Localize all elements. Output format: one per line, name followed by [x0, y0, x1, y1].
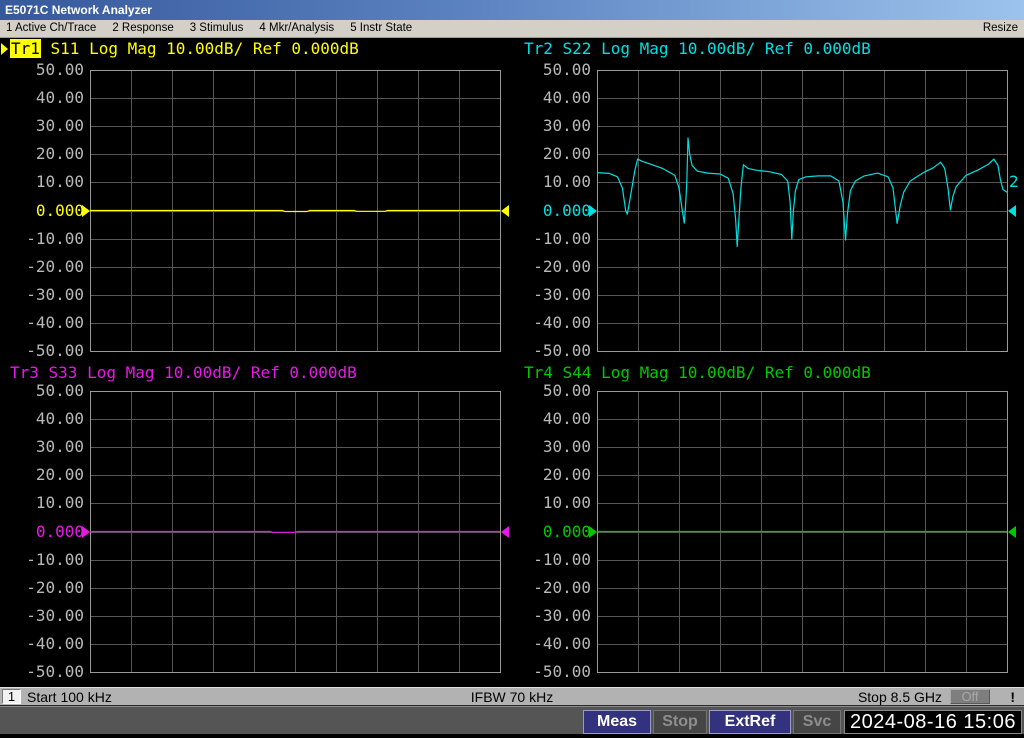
scale-tick: -10.00	[8, 551, 84, 569]
menu-item-response[interactable]: 2 Response	[104, 20, 181, 37]
scale-tick: 10.00	[515, 494, 591, 512]
graticule-tr2	[597, 70, 1008, 352]
scale-tick: 40.00	[515, 410, 591, 428]
scale-tick: -10.00	[515, 551, 591, 569]
title-bar: E5071C Network Analyzer	[0, 0, 1024, 20]
scale-tick: 10.00	[515, 173, 591, 191]
scale-tick: -50.00	[8, 663, 84, 681]
scale-tick: -20.00	[8, 579, 84, 597]
ref-level-marker-left-tr4	[589, 526, 597, 538]
trace-label-tr3: Tr3	[10, 363, 39, 382]
scale-tick: -20.00	[515, 258, 591, 276]
channel-status-bar: 1 Start 100 kHz IFBW 70 kHz Stop 8.5 GHz…	[0, 687, 1024, 706]
scale-tick: -30.00	[8, 607, 84, 625]
ref-level-marker-right-tr3	[501, 526, 509, 538]
trace-header-tr4[interactable]: Tr4 S44 Log Mag 10.00dB/ Ref 0.000dB	[524, 364, 871, 381]
scale-tick: -50.00	[515, 663, 591, 681]
analyzer-screen: Tr1 S11 Log Mag 10.00dB/ Ref 0.000dB 50.0…	[0, 38, 1024, 687]
resize-control[interactable]: Resize	[983, 20, 1018, 37]
scale-tick: -40.00	[8, 314, 84, 332]
trace-header-text: S44 Log Mag 10.00dB/ Ref 0.000dB	[553, 363, 871, 382]
datetime-display: 2024-08-16 15:06	[844, 710, 1022, 734]
scale-tick: -10.00	[515, 230, 591, 248]
alert-indicator: !	[1010, 689, 1015, 705]
scale-tick: -20.00	[8, 258, 84, 276]
ref-level-marker-left-tr3	[82, 526, 90, 538]
extref-status-indicator: ExtRef	[709, 710, 791, 734]
trace-header-tr3[interactable]: Tr3 S33 Log Mag 10.00dB/ Ref 0.000dB	[10, 364, 357, 381]
scale-tick: 10.00	[8, 494, 84, 512]
trace-label-tr1: Tr1	[10, 39, 41, 58]
scale-tick: -40.00	[515, 314, 591, 332]
trace-header-text: S11 Log Mag 10.00dB/ Ref 0.000dB	[41, 39, 359, 58]
scale-tick: -40.00	[8, 635, 84, 653]
trace-number-marker: 2	[1009, 173, 1019, 191]
graticule-tr1	[90, 70, 501, 352]
scale-tick: -10.00	[8, 230, 84, 248]
scale-tick: -50.00	[515, 342, 591, 360]
scale-tick: 0.000	[515, 523, 591, 541]
scale-tick: 40.00	[8, 89, 84, 107]
scale-tick: -20.00	[515, 579, 591, 597]
scale-tick: -30.00	[515, 286, 591, 304]
scale-tick: 20.00	[8, 145, 84, 163]
scale-tick: 20.00	[8, 466, 84, 484]
ref-level-marker-left-tr2	[589, 205, 597, 217]
menu-item-mkr-analysis[interactable]: 4 Mkr/Analysis	[251, 20, 342, 37]
menu-item-stimulus[interactable]: 3 Stimulus	[182, 20, 252, 37]
averaging-off-button[interactable]: Off	[950, 689, 990, 704]
stop-frequency-label: Stop 8.5 GHz	[858, 689, 942, 705]
graticule-tr3	[90, 391, 501, 673]
ref-level-marker-right-tr4	[1008, 526, 1016, 538]
instrument-status-bar: Meas Stop ExtRef Svc 2024-08-16 15:06	[0, 706, 1024, 734]
scale-tick: 20.00	[515, 466, 591, 484]
trace-label-tr2: Tr2	[524, 39, 553, 58]
ref-level-marker-left-tr1	[82, 205, 90, 217]
stop-status-indicator: Stop	[653, 710, 707, 734]
scale-tick: 30.00	[8, 438, 84, 456]
menu-bar: 1 Active Ch/Trace2 Response3 Stimulus4 M…	[0, 20, 1024, 38]
scale-tick: 50.00	[515, 61, 591, 79]
scale-tick: 30.00	[8, 117, 84, 135]
ref-level-marker-right-tr1	[501, 205, 509, 217]
scale-tick: 50.00	[515, 382, 591, 400]
scale-tick: 0.000	[8, 202, 84, 220]
trace-label-tr4: Tr4	[524, 363, 553, 382]
scale-tick: 30.00	[515, 438, 591, 456]
scale-tick: 0.000	[8, 523, 84, 541]
svc-status-indicator: Svc	[793, 710, 841, 734]
ref-level-marker-right-tr2	[1008, 205, 1016, 217]
scale-tick: 20.00	[515, 145, 591, 163]
trace-header-tr1[interactable]: Tr1 S11 Log Mag 10.00dB/ Ref 0.000dB	[10, 40, 359, 57]
menu-item-instr-state[interactable]: 5 Instr State	[342, 20, 420, 37]
scale-tick: 50.00	[8, 382, 84, 400]
scale-tick: 40.00	[8, 410, 84, 428]
scale-tick: -30.00	[8, 286, 84, 304]
graticule-tr4	[597, 391, 1008, 673]
window-title: E5071C Network Analyzer	[5, 3, 152, 17]
scale-tick: 40.00	[515, 89, 591, 107]
scale-tick: 10.00	[8, 173, 84, 191]
trace-header-text: S33 Log Mag 10.00dB/ Ref 0.000dB	[39, 363, 357, 382]
meas-status-indicator: Meas	[583, 710, 651, 734]
active-trace-arrow-icon	[1, 43, 8, 55]
window-bottom-edge	[0, 734, 1024, 738]
app-window: E5071C Network Analyzer 1 Active Ch/Trac…	[0, 0, 1024, 738]
trace-header-text: S22 Log Mag 10.00dB/ Ref 0.000dB	[553, 39, 871, 58]
trace-header-tr2[interactable]: Tr2 S22 Log Mag 10.00dB/ Ref 0.000dB	[524, 40, 871, 57]
scale-tick: -50.00	[8, 342, 84, 360]
scale-tick: -40.00	[515, 635, 591, 653]
scale-tick: 0.000	[515, 202, 591, 220]
scale-tick: -30.00	[515, 607, 591, 625]
scale-tick: 30.00	[515, 117, 591, 135]
scale-tick: 50.00	[8, 61, 84, 79]
menu-item-active-ch-trace[interactable]: 1 Active Ch/Trace	[0, 20, 104, 37]
